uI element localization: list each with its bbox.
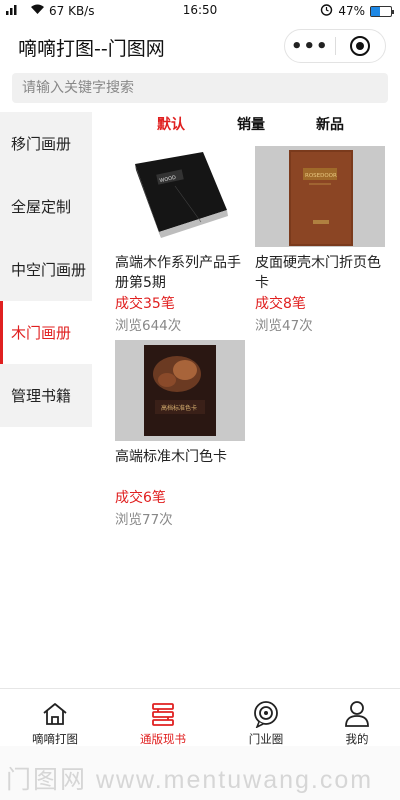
sidebar-item-label: 木门画册	[11, 324, 72, 342]
search-bar	[12, 73, 388, 103]
watermark-strip: 门图网 www.mentuwang.com	[0, 746, 400, 800]
sidebar-item-manage-books[interactable]: 管理书籍	[0, 364, 92, 427]
product-name: 皮面硬壳木门折页色卡	[255, 255, 381, 291]
cover-text: 高档标准色卡	[161, 404, 197, 412]
product-name: 高端木作系列产品手册第5期	[115, 255, 241, 291]
search-input[interactable]	[12, 73, 388, 103]
product-view-count: 浏览47次	[255, 318, 313, 334]
nav-label: 门业圈	[248, 732, 284, 746]
product-view-count: 浏览77次	[115, 512, 173, 528]
sidebar-item-wood-door[interactable]: 木门画册	[0, 301, 92, 364]
product-card[interactable]: 高档标准色卡 高端标准木门色卡 成交6笔 浏览77次	[115, 340, 247, 531]
product-thumbnail: ROSEDOOR	[255, 146, 385, 247]
book-stack-icon	[113, 699, 213, 729]
product-thumbnail: WOOD	[115, 146, 245, 247]
nav-home[interactable]: 嘀嘀打图	[5, 689, 105, 747]
alarm-icon	[320, 3, 333, 19]
sidebar-item-label: 管理书籍	[11, 387, 72, 405]
battery-percent: 47%	[338, 4, 365, 18]
close-program-button[interactable]	[335, 36, 385, 56]
nav-profile[interactable]: 我的	[307, 689, 400, 747]
cover-text: ROSEDOOR	[305, 173, 337, 179]
mini-program-header: 嘀嘀打图--门图网 •••	[0, 22, 400, 72]
product-sold-count: 成交35笔	[115, 296, 175, 312]
nav-label: 通版现书	[140, 732, 186, 746]
nav-books[interactable]: 通版现书	[113, 689, 213, 747]
product-thumbnail: 高档标准色卡	[115, 340, 245, 441]
status-bar: 67 KB/s 16:50 47%	[0, 0, 400, 22]
user-icon	[307, 699, 400, 729]
target-icon	[350, 36, 371, 56]
tab-new[interactable]: 新品	[316, 114, 344, 134]
battery-icon	[370, 5, 394, 17]
more-options-button[interactable]: •••	[285, 36, 335, 57]
sidebar-item-sliding-door[interactable]: 移门画册	[0, 112, 92, 175]
watermark-text: 门图网 www.mentuwang.com	[6, 766, 374, 794]
sidebar-item-label: 中空门画册	[11, 261, 87, 279]
home-icon	[5, 699, 105, 729]
sidebar-item-label: 移门画册	[11, 135, 72, 153]
product-sold-count: 成交8笔	[255, 296, 306, 312]
sidebar-item-label: 全屋定制	[11, 198, 72, 216]
sidebar-item-whole-house[interactable]: 全屋定制	[0, 175, 92, 238]
bottom-nav: 嘀嘀打图 通版现书 门业圈 我的	[0, 688, 400, 746]
circle-chat-icon	[216, 699, 316, 729]
nav-label: 嘀嘀打图	[32, 732, 78, 746]
sort-tabs: 默认 销量 新品	[130, 114, 390, 136]
product-sold-count: 成交6笔	[115, 490, 166, 506]
capsule-menu: •••	[284, 29, 386, 63]
tab-sales[interactable]: 销量	[237, 114, 265, 134]
nav-label: 我的	[345, 732, 369, 746]
sidebar-item-hollow-door[interactable]: 中空门画册	[0, 238, 92, 301]
product-name: 高端标准木门色卡	[115, 449, 227, 465]
tab-default[interactable]: 默认	[157, 114, 185, 134]
more-dots-icon: •••	[290, 35, 329, 57]
page-title: 嘀嘀打图--门图网	[18, 38, 165, 60]
category-sidebar: 移门画册 全屋定制 中空门画册 木门画册 管理书籍	[0, 112, 92, 427]
product-card[interactable]: WOOD 高端木作系列产品手册第5期 成交35笔 浏览644次	[115, 146, 247, 337]
nav-circle[interactable]: 门业圈	[216, 689, 316, 747]
product-view-count: 浏览644次	[115, 318, 182, 334]
product-card[interactable]: ROSEDOOR 皮面硬壳木门折页色卡 成交8笔 浏览47次	[255, 146, 387, 337]
